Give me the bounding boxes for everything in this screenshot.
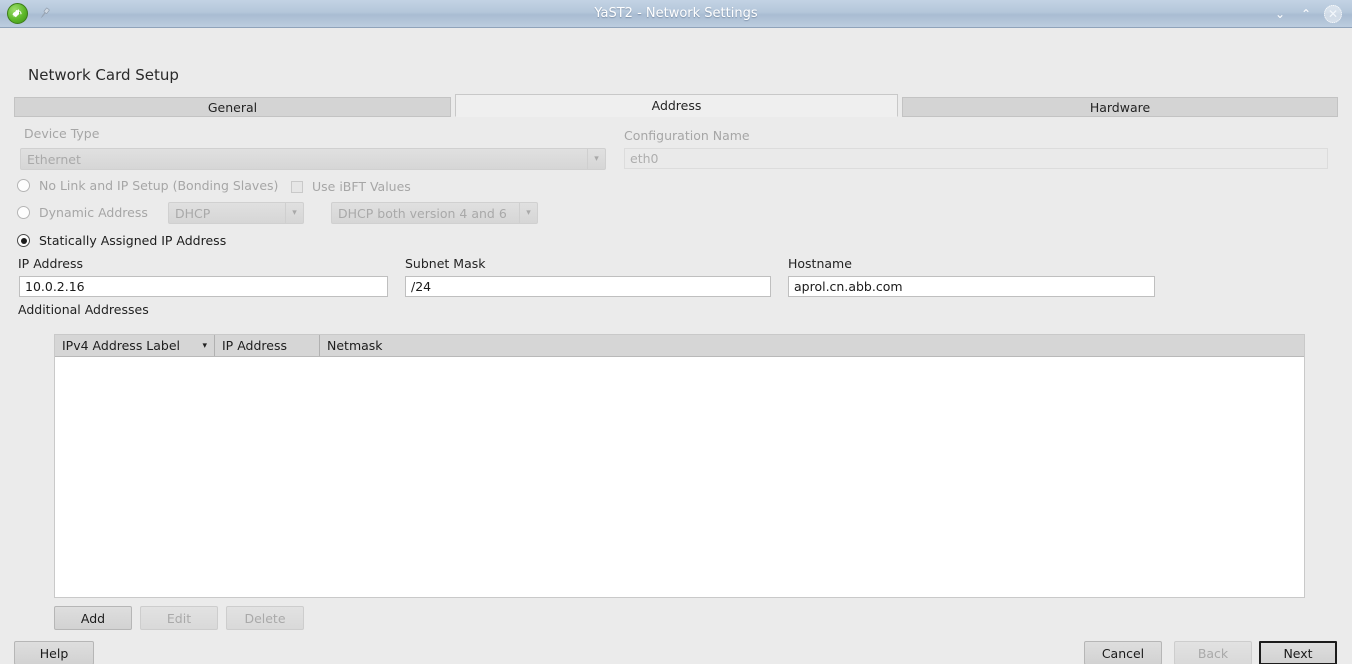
yast-chameleon-icon[interactable] bbox=[7, 3, 28, 24]
radio-no-link-ip-setup[interactable]: No Link and IP Setup (Bonding Slaves) bbox=[17, 178, 278, 193]
close-icon[interactable]: ✕ bbox=[1324, 4, 1342, 23]
tab-general[interactable]: General bbox=[14, 97, 451, 117]
radio-static-ip[interactable]: Statically Assigned IP Address bbox=[17, 233, 226, 248]
pushpin-icon[interactable] bbox=[37, 6, 52, 21]
dynamic-protocol-combo[interactable]: DHCP ▾ bbox=[168, 202, 304, 224]
dhcp-version-combo[interactable]: DHCP both version 4 and 6 ▾ bbox=[331, 202, 538, 224]
configuration-name-input[interactable]: eth0 bbox=[624, 148, 1328, 169]
dynamic-protocol-value: DHCP bbox=[175, 205, 211, 221]
table-column-ip-address[interactable]: IP Address bbox=[215, 335, 320, 356]
edit-button[interactable]: Edit bbox=[140, 606, 218, 630]
table-column-netmask[interactable]: Netmask bbox=[320, 335, 1304, 356]
cancel-button[interactable]: Cancel bbox=[1084, 641, 1162, 664]
ip-address-input[interactable]: 10.0.2.16 bbox=[19, 276, 388, 297]
radio-indicator bbox=[17, 179, 30, 192]
hostname-label: Hostname bbox=[788, 256, 852, 271]
checkbox-use-ibft[interactable]: Use iBFT Values bbox=[291, 179, 411, 194]
subnet-mask-input[interactable]: /24 bbox=[405, 276, 771, 297]
chevron-down-icon: ▾ bbox=[587, 149, 605, 169]
chevron-down-icon: ▾ bbox=[519, 203, 537, 223]
tab-hardware[interactable]: Hardware bbox=[902, 97, 1338, 117]
window-title: YaST2 - Network Settings bbox=[594, 5, 758, 21]
next-button[interactable]: Next bbox=[1259, 641, 1337, 664]
add-button[interactable]: Add bbox=[54, 606, 132, 630]
tab-address[interactable]: Address bbox=[455, 94, 898, 117]
configuration-name-label: Configuration Name bbox=[624, 128, 750, 143]
checkbox-indicator bbox=[291, 180, 303, 193]
radio-indicator bbox=[17, 234, 30, 247]
additional-addresses-label: Additional Addresses bbox=[18, 302, 149, 317]
device-type-value: Ethernet bbox=[27, 151, 81, 167]
back-button[interactable]: Back bbox=[1174, 641, 1252, 664]
window-titlebar: YaST2 - Network Settings ⌄ ⌃ ✕ bbox=[0, 0, 1352, 28]
table-body[interactable] bbox=[55, 357, 1304, 597]
chevron-down-icon: ▾ bbox=[202, 340, 207, 351]
additional-addresses-table[interactable]: IPv4 Address Label ▾ IP Address Netmask bbox=[54, 334, 1305, 598]
table-column-ipv4-address-label[interactable]: IPv4 Address Label ▾ bbox=[55, 335, 215, 356]
chevron-down-icon: ▾ bbox=[285, 203, 303, 223]
tab-bar: General Address Hardware bbox=[14, 94, 1338, 117]
radio-no-link-ip-setup-label: No Link and IP Setup (Bonding Slaves) bbox=[39, 178, 279, 193]
radio-dynamic-address-label: Dynamic Address bbox=[39, 205, 148, 220]
radio-dynamic-address[interactable]: Dynamic Address bbox=[17, 205, 148, 220]
minimize-icon[interactable]: ⌄ bbox=[1272, 6, 1288, 22]
table-column-ipv4-address-label-text: IPv4 Address Label bbox=[62, 338, 181, 353]
subnet-mask-label: Subnet Mask bbox=[405, 256, 486, 271]
dialog-body: Network Card Setup General Address Hardw… bbox=[0, 28, 1352, 664]
ip-address-label: IP Address bbox=[18, 256, 83, 271]
radio-indicator bbox=[17, 206, 30, 219]
checkbox-use-ibft-label: Use iBFT Values bbox=[312, 179, 411, 194]
device-type-combo[interactable]: Ethernet ▾ bbox=[20, 148, 606, 170]
help-button[interactable]: Help bbox=[14, 641, 94, 664]
radio-static-ip-label: Statically Assigned IP Address bbox=[39, 233, 227, 248]
delete-button[interactable]: Delete bbox=[226, 606, 304, 630]
page-title: Network Card Setup bbox=[28, 66, 179, 84]
device-type-label: Device Type bbox=[24, 126, 100, 141]
hostname-input[interactable]: aprol.cn.abb.com bbox=[788, 276, 1155, 297]
dhcp-version-value: DHCP both version 4 and 6 bbox=[338, 205, 507, 221]
maximize-icon[interactable]: ⌃ bbox=[1298, 6, 1314, 22]
table-header-row: IPv4 Address Label ▾ IP Address Netmask bbox=[55, 335, 1304, 357]
titlebar-left-icons bbox=[0, 3, 52, 24]
window-controls: ⌄ ⌃ ✕ bbox=[1272, 4, 1352, 23]
